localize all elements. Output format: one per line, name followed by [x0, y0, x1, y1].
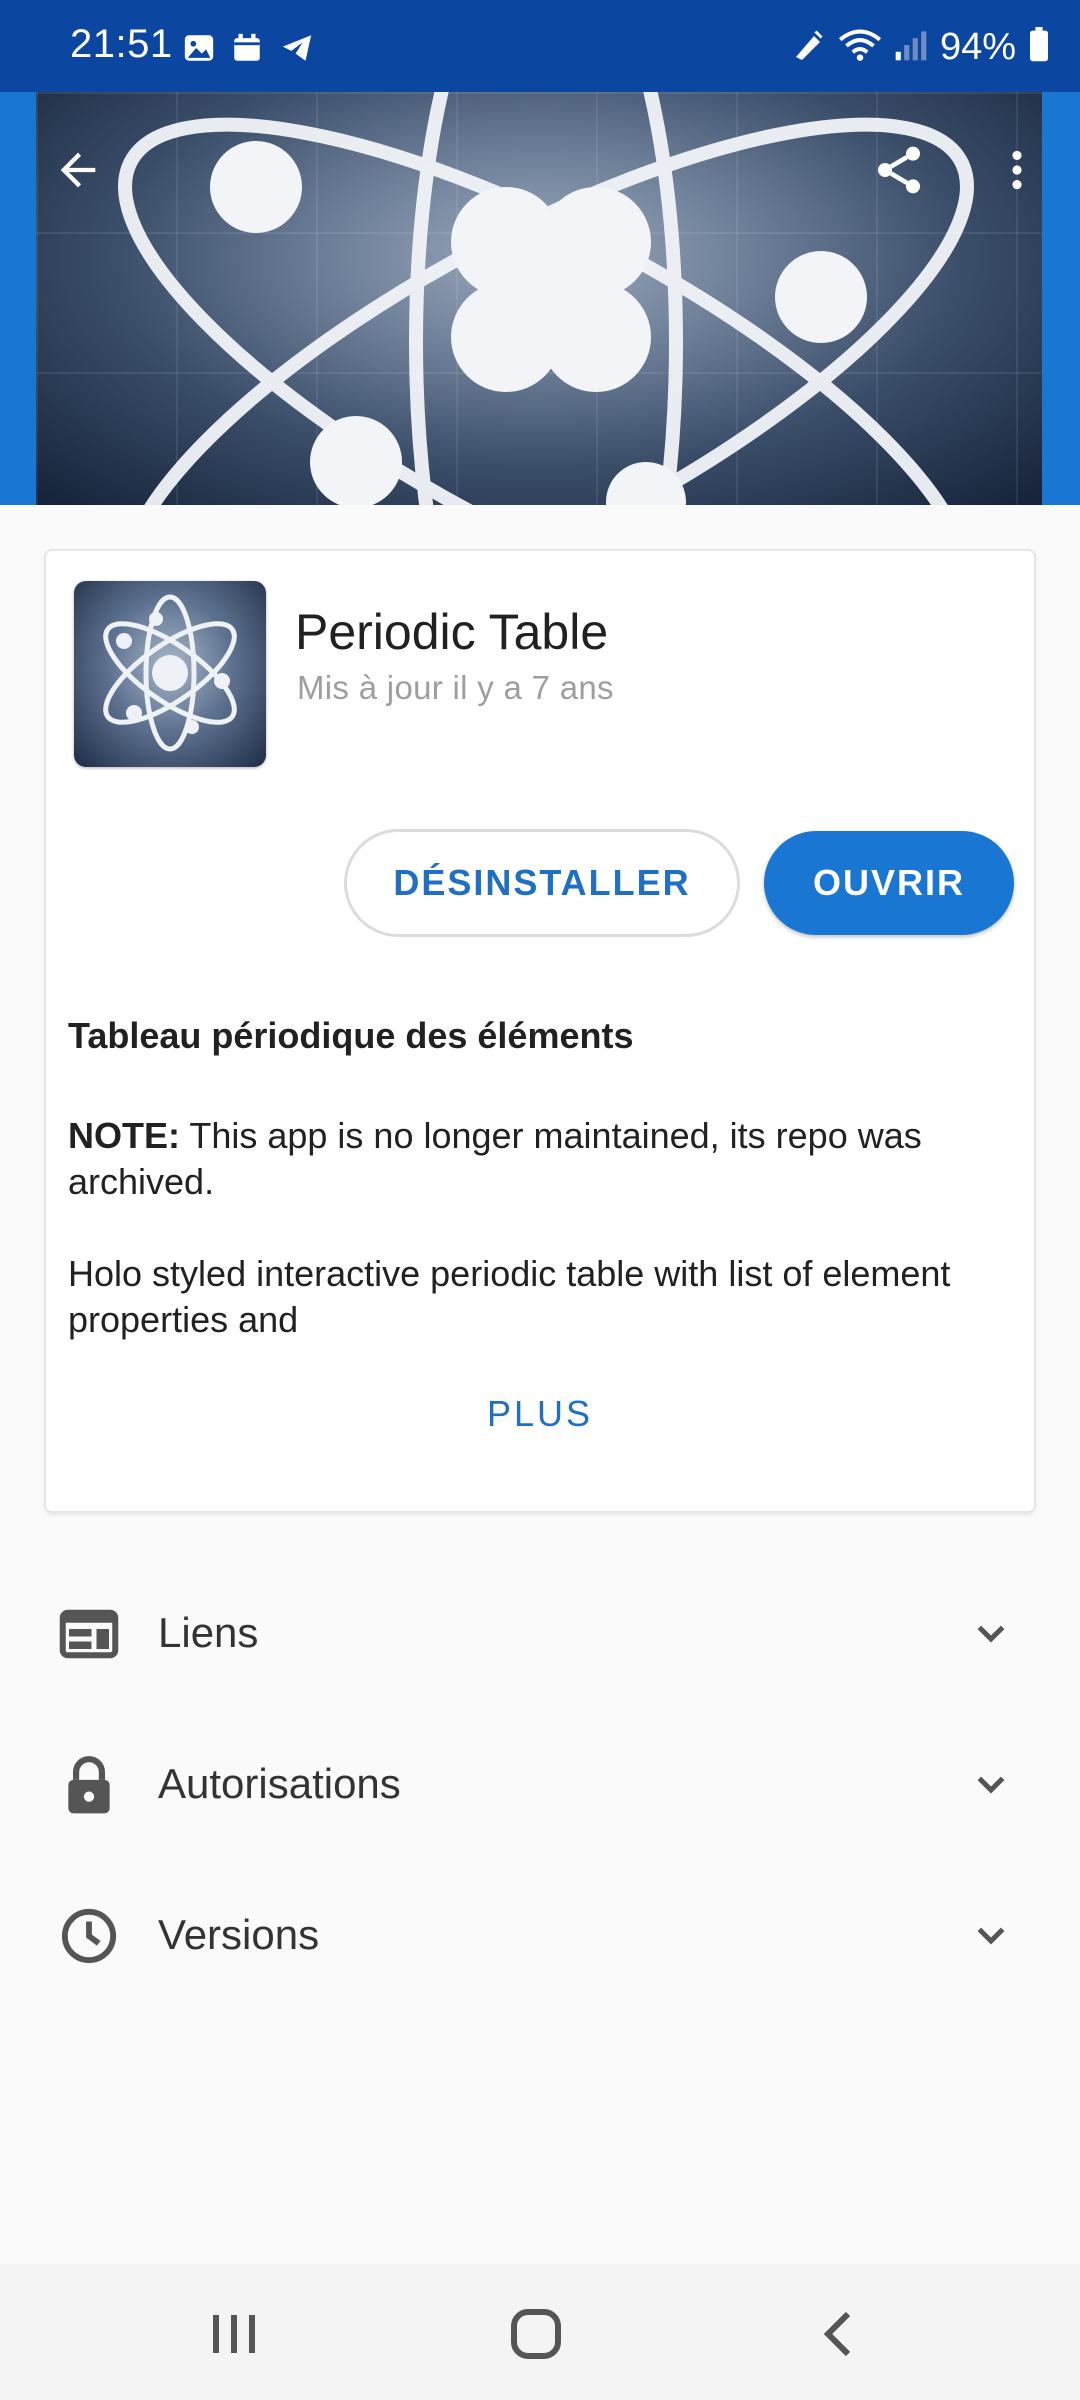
description-heading: Tableau périodique des éléments	[68, 1015, 634, 1056]
web-icon	[56, 1601, 122, 1667]
section-label: Liens	[158, 1609, 259, 1656]
recent-apps-button[interactable]	[174, 2294, 294, 2374]
calendar-icon	[230, 31, 264, 70]
home-button[interactable]	[476, 2294, 596, 2374]
last-updated: Mis à jour il y a 7 ans	[297, 669, 614, 706]
nfc-icon	[790, 27, 826, 68]
share-button[interactable]	[854, 125, 944, 215]
note-label: NOTE:	[68, 1115, 180, 1156]
back-button[interactable]	[33, 125, 123, 215]
gallery-icon	[182, 31, 216, 70]
notification-icons	[182, 30, 316, 70]
back-nav-button[interactable]	[778, 2294, 898, 2374]
lock-icon	[56, 1752, 122, 1818]
more-vert-icon	[1012, 150, 1022, 190]
app-details-card: Periodic Table Mis à jour il y a 7 ans D…	[44, 549, 1036, 1513]
section-versions[interactable]: Versions	[0, 1871, 1080, 2001]
more-options-button[interactable]	[972, 125, 1062, 215]
section-links[interactable]: Liens	[0, 1569, 1080, 1699]
clock-icon	[56, 1903, 122, 1969]
system-icons: 94%	[790, 22, 1050, 72]
section-label: Versions	[158, 1911, 320, 1958]
section-label: Autorisations	[158, 1760, 401, 1807]
system-nav-bar	[0, 2264, 1080, 2400]
share-icon	[878, 146, 920, 194]
signal-icon	[894, 27, 928, 68]
chevron-down-icon	[966, 1760, 1016, 1810]
note-text: This app is no longer maintained, its re…	[68, 1115, 922, 1202]
status-bar: 21:51 94%	[0, 0, 1080, 92]
status-time: 21:51	[70, 22, 173, 66]
feature-banner	[0, 92, 1080, 505]
home-icon	[511, 2309, 561, 2359]
description-note: NOTE: This app is no longer maintained, …	[68, 1113, 1018, 1205]
wifi-icon	[838, 27, 882, 68]
recents-icon	[213, 2315, 255, 2353]
chevron-down-icon	[966, 1911, 1016, 1961]
open-button[interactable]: OUVRIR	[764, 831, 1014, 935]
app-title: Periodic Table	[295, 604, 609, 660]
description-body: Holo styled interactive periodic table w…	[68, 1253, 951, 1340]
more-button[interactable]: PLUS	[46, 1393, 1034, 1435]
battery-icon	[1028, 26, 1050, 68]
chevron-down-icon	[966, 1609, 1016, 1659]
back-nav-icon	[823, 2311, 851, 2357]
app-icon	[74, 581, 266, 767]
telegram-icon	[278, 31, 316, 70]
arrow-left-icon	[60, 152, 96, 188]
uninstall-button[interactable]: DÉSINSTALLER	[344, 829, 740, 937]
section-permissions[interactable]: Autorisations	[0, 1720, 1080, 1850]
battery-level: 94%	[939, 25, 1016, 68]
